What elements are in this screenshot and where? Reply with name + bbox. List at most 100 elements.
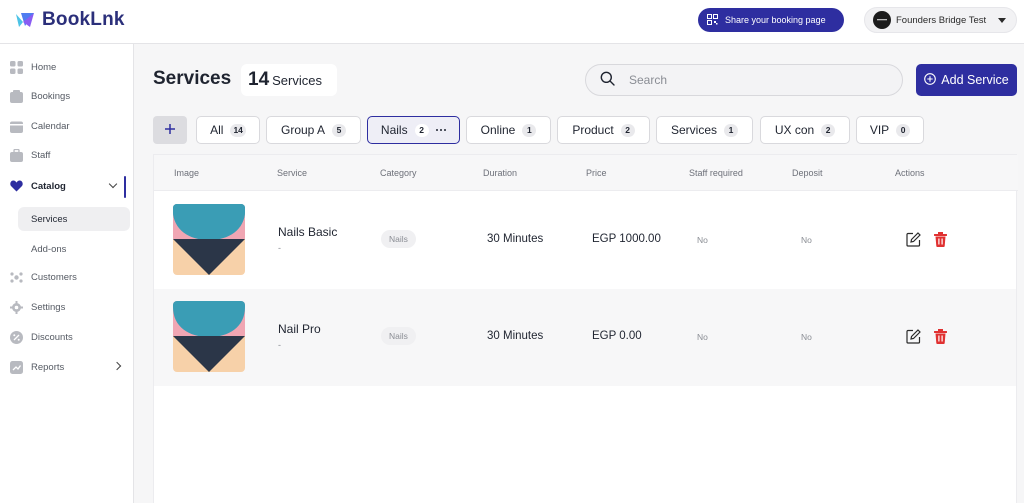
caret-down-icon — [998, 18, 1006, 23]
service-image — [173, 301, 245, 372]
gear-icon — [10, 300, 23, 314]
page-title: Services — [153, 68, 232, 89]
service-description: - — [278, 243, 281, 253]
sidebar-item-discounts[interactable]: Discounts — [0, 325, 134, 349]
filter-chip-nails[interactable]: Nails 2 — [367, 116, 460, 144]
active-indicator — [124, 176, 126, 198]
column-header-service: Service — [277, 168, 308, 178]
sidebar-item-label: Home — [31, 61, 57, 73]
top-bar: BookLnk Share your booking page Founders… — [0, 0, 1024, 44]
sidebar-item-label: Bookings — [31, 90, 71, 102]
filter-chip-count: 2 — [620, 123, 635, 137]
table-row[interactable]: Nail Pro - Nails 30 Minutes EGP 0.00 No … — [154, 289, 1016, 386]
sidebar-subitem-label: Services — [31, 213, 68, 225]
edit-icon[interactable] — [905, 231, 921, 247]
sidebar-item-staff[interactable]: Staff — [0, 143, 134, 167]
sidebar-item-label: Staff — [31, 149, 51, 161]
bookings-icon — [10, 89, 23, 103]
staff-icon — [10, 148, 23, 162]
account-menu[interactable]: Founders Bridge Test — [864, 7, 1017, 33]
delete-icon[interactable] — [932, 231, 948, 247]
sidebar-item-label: Settings — [31, 301, 66, 313]
staff-required-value: No — [697, 332, 708, 342]
filter-chip-label: Online — [480, 123, 516, 137]
plus-icon — [164, 123, 176, 138]
add-service-button[interactable]: Add Service — [916, 64, 1017, 96]
filter-chip-count: 5 — [332, 123, 347, 137]
sidebar-item-settings[interactable]: Settings — [0, 295, 134, 319]
filter-chip-count: 14 — [230, 123, 246, 137]
column-header-deposit: Deposit — [792, 168, 823, 178]
qr-code-icon — [707, 13, 718, 27]
reports-icon — [10, 360, 23, 374]
sidebar-subitem-services[interactable]: Services — [18, 207, 130, 231]
chevron-down-icon — [108, 179, 118, 189]
add-service-label: Add Service — [941, 73, 1009, 87]
edit-icon[interactable] — [905, 328, 921, 344]
column-header-price: Price — [586, 168, 607, 178]
heart-icon — [10, 180, 23, 193]
sidebar-subitem-label: Add-ons — [31, 243, 67, 255]
plus-circle-icon — [924, 72, 937, 88]
customers-icon — [10, 271, 23, 284]
services-count-number: 14 — [248, 69, 270, 90]
category-pill: Nails — [381, 230, 416, 248]
logo-icon — [14, 9, 36, 31]
column-header-category: Category — [380, 168, 417, 178]
sidebar-item-label: Catalog — [31, 180, 66, 192]
sidebar-item-customers[interactable]: Customers — [0, 265, 134, 289]
search-input[interactable] — [629, 73, 869, 87]
sidebar-subitem-add-ons[interactable]: Add-ons — [18, 237, 130, 261]
grid-icon — [10, 60, 23, 74]
service-name[interactable]: Nail Pro — [278, 322, 321, 336]
share-booking-page-button[interactable]: Share your booking page — [698, 8, 844, 32]
app-name: BookLnk — [42, 9, 125, 30]
deposit-value: No — [801, 235, 812, 245]
filter-chip-online[interactable]: Online 1 — [466, 116, 551, 144]
column-header-staff-required: Staff required — [689, 168, 743, 178]
sidebar-item-label: Calendar — [31, 120, 70, 132]
category-pill: Nails — [381, 327, 416, 345]
delete-icon[interactable] — [932, 328, 948, 344]
filter-chip-count: 0 — [896, 123, 911, 137]
service-duration: 30 Minutes — [487, 233, 544, 245]
table-row[interactable]: Nails Basic - Nails 30 Minutes EGP 1000.… — [154, 192, 1016, 289]
filter-chip-label: Group A — [280, 123, 326, 137]
search-icon — [600, 71, 615, 89]
column-header-image: Image — [174, 168, 200, 178]
sidebar-item-label: Discounts — [31, 331, 73, 343]
discount-icon — [10, 330, 23, 344]
filter-chip-label: UX con — [774, 123, 815, 137]
filter-chip-all[interactable]: All 14 — [196, 116, 260, 144]
filter-chip-label: Product — [572, 123, 614, 137]
filter-chip-label: Services — [670, 123, 717, 137]
column-header-actions: Actions — [895, 168, 925, 178]
avatar — [873, 11, 891, 29]
sidebar-item-catalog[interactable]: Catalog — [0, 174, 134, 198]
chevron-right-icon — [112, 361, 122, 371]
service-duration: 30 Minutes — [487, 330, 544, 342]
add-category-button[interactable] — [153, 116, 187, 144]
sidebar-item-label: Customers — [31, 271, 77, 283]
service-name[interactable]: Nails Basic — [278, 225, 337, 239]
service-description: - — [278, 340, 281, 350]
app-logo[interactable]: BookLnk — [14, 9, 125, 31]
filter-chip-group-a[interactable]: Group A 5 — [266, 116, 361, 144]
sidebar-item-bookings[interactable]: Bookings — [0, 84, 134, 108]
services-count: 14 Services — [241, 64, 337, 96]
staff-required-value: No — [697, 235, 708, 245]
filter-chip-services[interactable]: Services 1 — [656, 116, 753, 144]
filter-chip-vip[interactable]: VIP 0 — [856, 116, 924, 144]
service-image — [173, 204, 245, 275]
sidebar-item-home[interactable]: Home — [0, 55, 134, 79]
sidebar-item-calendar[interactable]: Calendar — [0, 114, 134, 138]
filter-chip-count: 1 — [522, 123, 537, 137]
filter-chip-ux-con[interactable]: UX con 2 — [760, 116, 850, 144]
deposit-value: No — [801, 332, 812, 342]
filter-chip-count: 1 — [724, 123, 738, 137]
filter-chip-product[interactable]: Product 2 — [557, 116, 650, 144]
service-price: EGP 0.00 — [592, 330, 642, 342]
sidebar-item-reports[interactable]: Reports — [0, 355, 134, 379]
services-table: Image Service Category Duration Price St… — [153, 154, 1018, 503]
more-options-icon[interactable] — [435, 128, 447, 132]
